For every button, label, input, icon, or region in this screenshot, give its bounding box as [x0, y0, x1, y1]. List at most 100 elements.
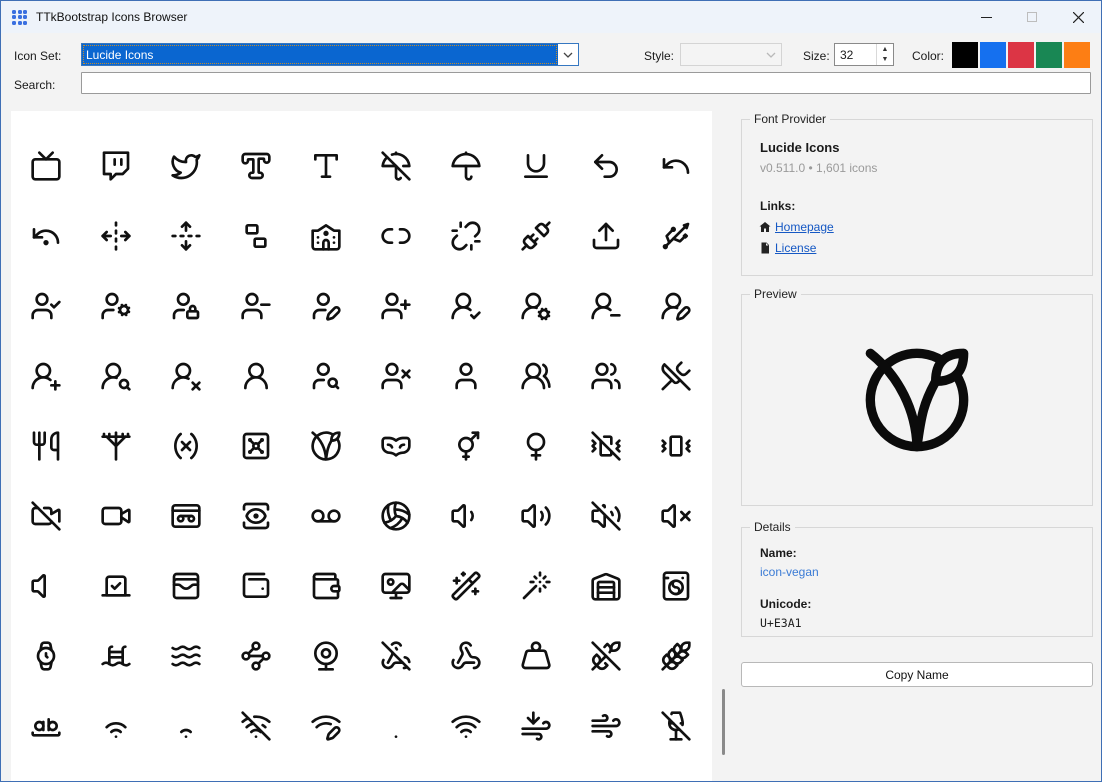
- grid-icon-wifi-high[interactable]: [81, 691, 151, 761]
- grid-icon-underline[interactable]: [501, 131, 571, 201]
- grid-icon-vibrate[interactable]: [641, 411, 711, 481]
- minimize-button[interactable]: [963, 1, 1009, 33]
- grid-icon-unplug[interactable]: [501, 201, 571, 271]
- grid-icon-user-lock[interactable]: [151, 271, 221, 341]
- homepage-link[interactable]: Homepage: [775, 220, 834, 234]
- grid-icon-video-off[interactable]: [11, 481, 81, 551]
- grid-icon-wind[interactable]: [571, 691, 641, 761]
- grid-icon-utility-pole[interactable]: [81, 411, 151, 481]
- grid-icon-vegan[interactable]: [291, 411, 361, 481]
- grid-icon-volleyball[interactable]: [361, 481, 431, 551]
- grid-icon-tv[interactable]: [11, 131, 81, 201]
- grid-icon-wand-sparkles[interactable]: [431, 551, 501, 621]
- license-link[interactable]: License: [775, 241, 816, 255]
- grid-icon-volume[interactable]: [11, 551, 81, 621]
- grid-icon-utensils[interactable]: [11, 411, 81, 481]
- grid-icon-wallet-minimal[interactable]: [221, 551, 291, 621]
- grid-scrollbar[interactable]: [717, 111, 729, 781]
- grid-icon-wifi-pen[interactable]: [291, 691, 361, 761]
- grid-icon-wheat[interactable]: [641, 621, 711, 691]
- grid-icon-venetian-mask[interactable]: [361, 411, 431, 481]
- grid-icon-webhook-off[interactable]: [361, 621, 431, 691]
- grid-icon-user-round-cog[interactable]: [501, 271, 571, 341]
- grid-icon-webhook[interactable]: [431, 621, 501, 691]
- color-swatch-2[interactable]: [1008, 42, 1034, 68]
- grid-icon-unlink[interactable]: [431, 201, 501, 271]
- grid-icon-vibrate-off[interactable]: [571, 411, 641, 481]
- icon-set-combobox[interactable]: Lucide Icons: [81, 43, 579, 66]
- grid-icon-wifi[interactable]: [431, 691, 501, 761]
- grid-icon-twitch[interactable]: [81, 131, 151, 201]
- grid-icon-wifi-low[interactable]: [151, 691, 221, 761]
- close-button[interactable]: [1055, 1, 1101, 33]
- grid-icon-videotape[interactable]: [151, 481, 221, 551]
- grid-icon-ungroup[interactable]: [221, 201, 291, 271]
- grid-icon-user-round-check[interactable]: [431, 271, 501, 341]
- grid-icon-variable[interactable]: [151, 411, 221, 481]
- grid-icon-unfold-horizontal[interactable]: [81, 201, 151, 271]
- grid-icon-volume-1[interactable]: [431, 481, 501, 551]
- grid-icon-user-round-plus[interactable]: [11, 341, 81, 411]
- grid-icon-user-pen[interactable]: [291, 271, 361, 341]
- grid-icon-upload[interactable]: [571, 201, 641, 271]
- grid-icon-wheat-off[interactable]: [571, 621, 641, 691]
- grid-icon-waypoints[interactable]: [221, 621, 291, 691]
- grid-icon-watch[interactable]: [11, 621, 81, 691]
- grid-icon-undo[interactable]: [641, 131, 711, 201]
- grid-icon-weight[interactable]: [501, 621, 571, 691]
- grid-icon-voicemail[interactable]: [291, 481, 361, 551]
- grid-icon-undo-dot[interactable]: [11, 201, 81, 271]
- grid-icon-users[interactable]: [571, 341, 641, 411]
- grid-icon-type[interactable]: [291, 131, 361, 201]
- grid-icon-warehouse[interactable]: [571, 551, 641, 621]
- grid-icon-vault[interactable]: [221, 411, 291, 481]
- scrollbar-thumb[interactable]: [722, 689, 725, 755]
- grid-icon-user-search[interactable]: [291, 341, 361, 411]
- grid-icon-wind-arrow-down[interactable]: [501, 691, 571, 761]
- grid-icon-university[interactable]: [291, 201, 361, 271]
- grid-icon-user-round-pen[interactable]: [641, 271, 711, 341]
- size-spinbox[interactable]: 32 ▲ ▼: [834, 43, 894, 66]
- grid-icon-user[interactable]: [431, 341, 501, 411]
- grid-icon-wallet[interactable]: [291, 551, 361, 621]
- grid-icon-user-round-minus[interactable]: [571, 271, 641, 341]
- color-swatch-0[interactable]: [952, 42, 978, 68]
- grid-icon-wallpaper[interactable]: [361, 551, 431, 621]
- grid-icon-wifi-zero[interactable]: [361, 691, 431, 761]
- spin-down-icon[interactable]: ▼: [877, 55, 893, 66]
- grid-icon-user-check[interactable]: [11, 271, 81, 341]
- grid-icon-usb[interactable]: [641, 201, 711, 271]
- maximize-button[interactable]: [1009, 1, 1055, 33]
- grid-icon-type-outline[interactable]: [221, 131, 291, 201]
- grid-icon-umbrella[interactable]: [431, 131, 501, 201]
- grid-icon-venus[interactable]: [501, 411, 571, 481]
- grid-icon-unfold-vertical[interactable]: [151, 201, 221, 271]
- grid-icon-waves-ladder[interactable]: [81, 621, 151, 691]
- grid-icon-view[interactable]: [221, 481, 291, 551]
- grid-icon-user-minus[interactable]: [221, 271, 291, 341]
- search-input[interactable]: [81, 72, 1091, 94]
- grid-icon-user-x[interactable]: [361, 341, 431, 411]
- chevron-down-icon[interactable]: [558, 44, 578, 65]
- grid-icon-wand[interactable]: [501, 551, 571, 621]
- grid-icon-video[interactable]: [81, 481, 151, 551]
- grid-icon-whole-word[interactable]: [11, 691, 81, 761]
- grid-icon-waves[interactable]: [151, 621, 221, 691]
- grid-icon-twitter[interactable]: [151, 131, 221, 201]
- grid-icon-vote[interactable]: [81, 551, 151, 621]
- color-swatch-3[interactable]: [1036, 42, 1062, 68]
- grid-icon-users-round[interactable]: [501, 341, 571, 411]
- grid-icon-volume-off[interactable]: [571, 481, 641, 551]
- grid-icon-webcam[interactable]: [291, 621, 361, 691]
- grid-icon-user-cog[interactable]: [81, 271, 151, 341]
- grid-icon-volume-x[interactable]: [641, 481, 711, 551]
- grid-icon-umbrella-off[interactable]: [361, 131, 431, 201]
- grid-icon-washing-machine[interactable]: [641, 551, 711, 621]
- grid-icon-unlink-2[interactable]: [361, 201, 431, 271]
- grid-icon-user-round-search[interactable]: [81, 341, 151, 411]
- grid-icon-venus-and-mars[interactable]: [431, 411, 501, 481]
- grid-icon-utensils-crossed[interactable]: [641, 341, 711, 411]
- grid-icon-wine-off[interactable]: [641, 691, 711, 761]
- grid-icon-user-plus[interactable]: [361, 271, 431, 341]
- grid-icon-undo-2[interactable]: [571, 131, 641, 201]
